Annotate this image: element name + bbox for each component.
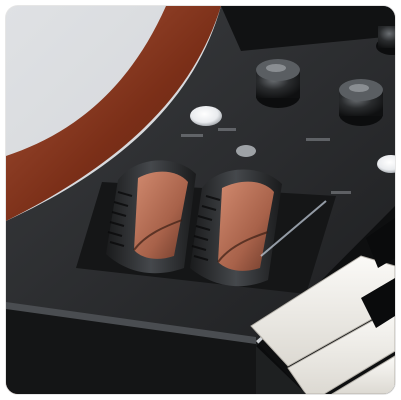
synth-wheels-illustration: [6, 6, 395, 394]
modulation-wheel: [190, 169, 282, 287]
knob-3: [376, 26, 395, 55]
knob-1: [256, 59, 300, 108]
led-button-1: [190, 106, 222, 126]
led-button-2: [236, 145, 256, 157]
knob-2: [339, 79, 383, 126]
product-photo-card: [6, 6, 395, 394]
